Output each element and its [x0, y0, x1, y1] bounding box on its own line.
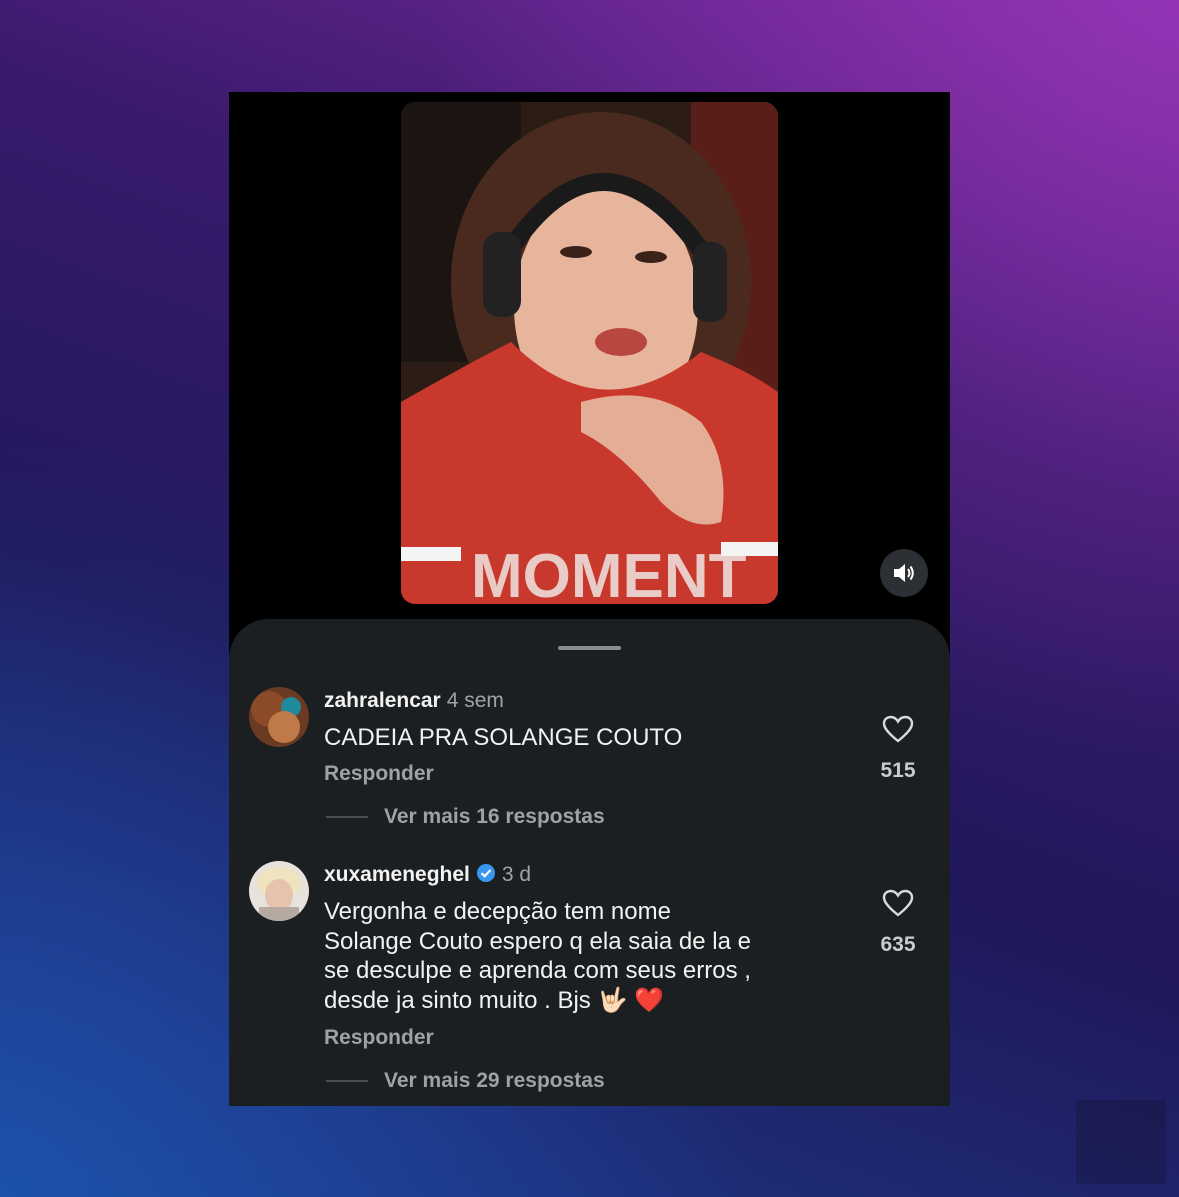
username[interactable]: xuxameneghel: [324, 863, 470, 886]
comment-meta: xuxameneghel 3 d: [324, 863, 531, 887]
view-more-replies[interactable]: Ver mais 29 respostas: [326, 1069, 605, 1093]
comment-time: 3 d: [501, 863, 532, 886]
like-count: 635: [880, 933, 916, 956]
heart-icon: [882, 715, 914, 743]
video-player[interactable]: MOMENT: [401, 102, 778, 604]
comment-text: Vergonha e decepção tem nome Solange Cou…: [324, 898, 751, 1014]
screenshot-frame: MOMENT zahralencar 4 sem CADEIA PRA SOLA…: [229, 92, 950, 1106]
comment-text: CADEIA PRA SOLANGE COUTO: [324, 724, 683, 751]
view-more-replies-label: Ver mais 16 respostas: [384, 805, 605, 828]
replies-divider: [326, 816, 368, 818]
like-count: 515: [880, 759, 916, 782]
username[interactable]: zahralencar: [324, 689, 441, 712]
reply-button[interactable]: Responder: [324, 1026, 434, 1050]
avatar-image: [249, 687, 309, 747]
speaker-icon: [894, 564, 914, 582]
mute-button[interactable]: [880, 549, 928, 597]
comments-sheet: zahralencar 4 sem CADEIA PRA SOLANGE COUT…: [229, 619, 950, 1106]
avatar[interactable]: [249, 687, 309, 747]
reply-button[interactable]: Responder: [324, 762, 434, 786]
verified-badge-icon: [476, 864, 495, 882]
video-thumbnail: MOMENT: [401, 102, 778, 604]
avatar-image: [249, 861, 309, 921]
like-button[interactable]: [878, 715, 918, 748]
replies-divider: [326, 1080, 368, 1082]
avatar[interactable]: [249, 861, 309, 921]
view-more-replies-label: Ver mais 29 respostas: [384, 1069, 605, 1092]
heart-icon: [882, 889, 914, 917]
comment-meta: zahralencar 4 sem: [324, 689, 504, 713]
like-button[interactable]: [878, 889, 918, 922]
comment-time: 4 sem: [446, 689, 504, 712]
svg-text:MOMENT: MOMENT: [471, 542, 747, 604]
drag-handle[interactable]: [558, 646, 621, 650]
corner-overlay: [1076, 1100, 1166, 1184]
view-more-replies[interactable]: Ver mais 16 respostas: [326, 805, 605, 829]
